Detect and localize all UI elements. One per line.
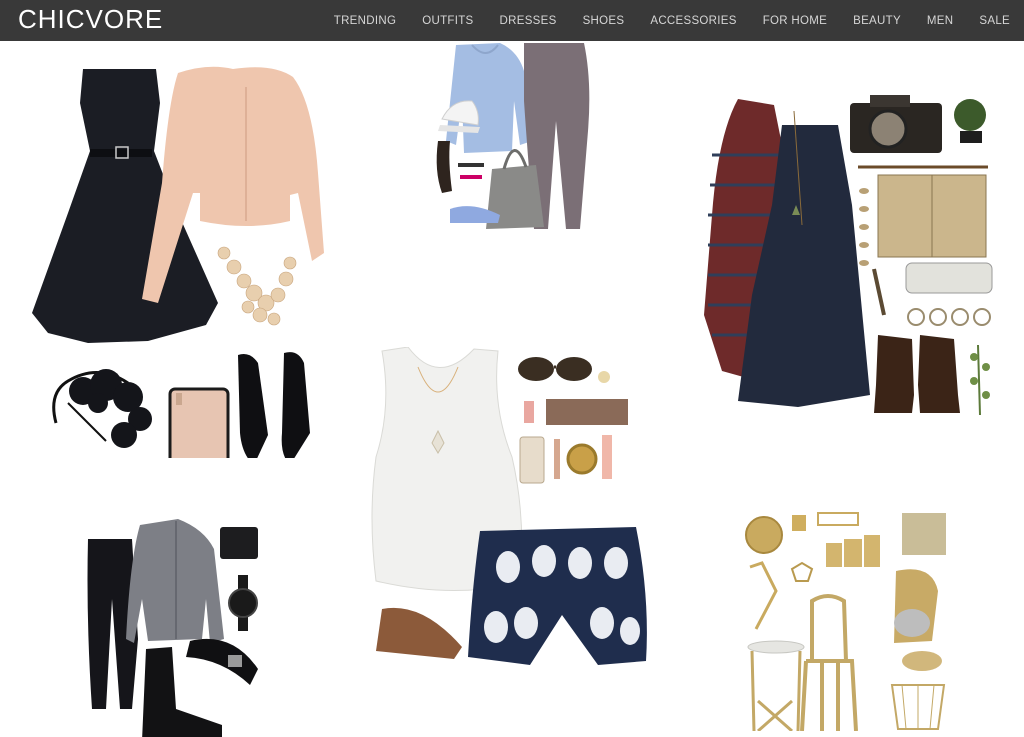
boho-dress-outfit-image xyxy=(704,95,993,416)
main-nav: TRENDING OUTFITS DRESSES SHOES ACCESSORI… xyxy=(321,0,1012,41)
collage-white-tank-outfit[interactable] xyxy=(362,347,658,665)
collage-gold-home-decor[interactable] xyxy=(742,511,952,731)
collage-athleisure-outfit[interactable] xyxy=(428,41,596,231)
nav-item-beauty[interactable]: BEAUTY xyxy=(840,15,914,27)
outfit-grid xyxy=(0,41,1024,737)
mens-outfit-image xyxy=(87,519,258,737)
nav-item-shoes[interactable]: SHOES xyxy=(570,15,638,27)
black-dress-outfit-image xyxy=(32,66,324,458)
nav-item-accessories[interactable]: ACCESSORIES xyxy=(637,15,749,27)
collage-black-dress-outfit[interactable] xyxy=(28,63,328,458)
collage-boho-dress-outfit[interactable] xyxy=(698,95,998,425)
nav-item-dresses[interactable]: DRESSES xyxy=(487,15,570,27)
nav-item-men[interactable]: MEN xyxy=(914,15,966,27)
white-tank-outfit-image xyxy=(371,347,647,665)
gold-home-decor-image xyxy=(745,512,946,731)
nav-item-trending[interactable]: TRENDING xyxy=(321,15,409,27)
site-logo[interactable]: CHICVORE xyxy=(18,4,163,34)
collage-mens-outfit[interactable] xyxy=(82,519,268,737)
nav-item-outfits[interactable]: OUTFITS xyxy=(409,15,486,27)
athleisure-outfit-image xyxy=(436,43,590,229)
nav-item-sale[interactable]: SALE xyxy=(966,15,1012,27)
top-navigation-bar: CHICVORE TRENDING OUTFITS DRESSES SHOES … xyxy=(0,0,1024,41)
nav-item-for-home[interactable]: FOR HOME xyxy=(750,15,840,27)
